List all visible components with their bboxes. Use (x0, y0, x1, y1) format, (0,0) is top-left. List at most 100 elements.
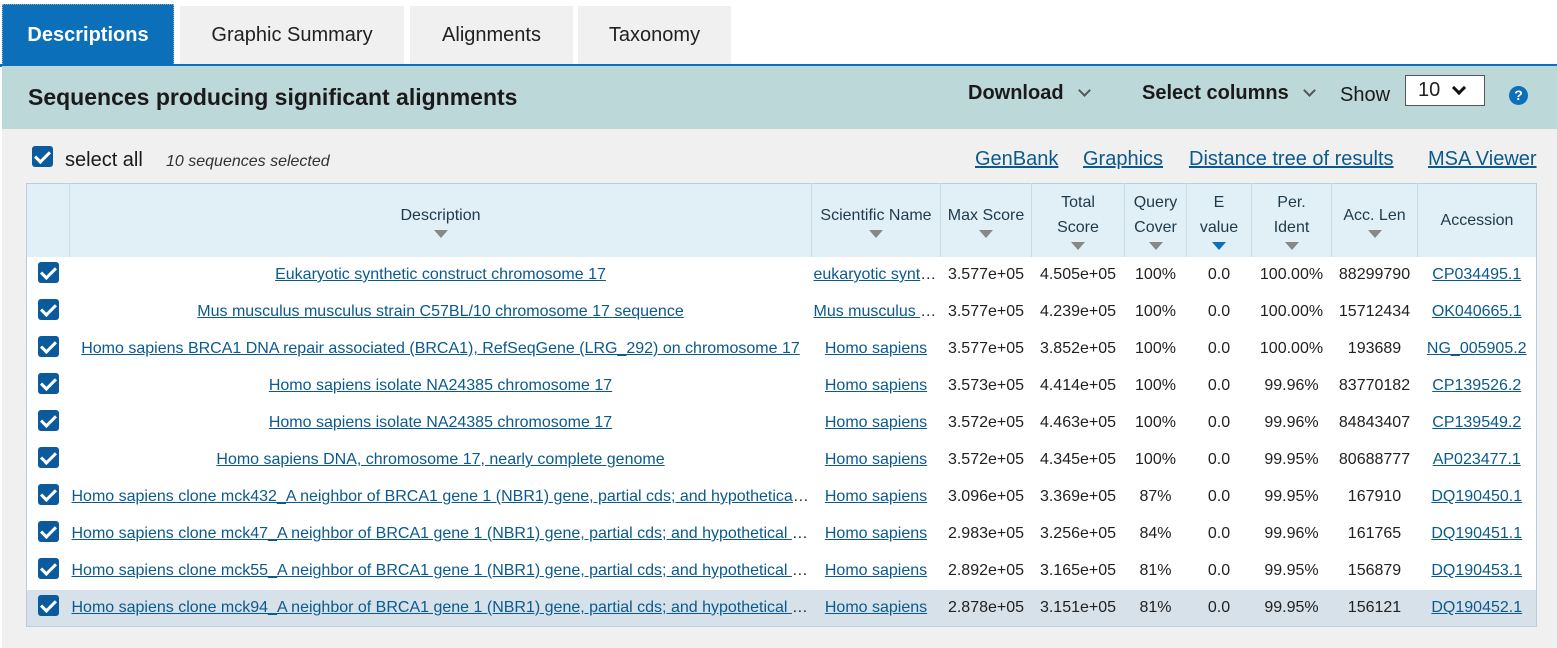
select-columns-dropdown[interactable]: Select columns (1142, 82, 1316, 105)
row-cell-evalue: 0.0 (1207, 303, 1231, 320)
scientific-name-link[interactable]: Mus musculus musculus (814, 303, 941, 320)
description-link[interactable]: Homo sapiens clone mck55_A neighbor of B… (72, 562, 812, 579)
row-cell-description: Homo sapiens isolate NA24385 chromosome … (70, 368, 812, 405)
accession-link[interactable]: AP023477.1 (1433, 451, 1521, 468)
column-header-description[interactable]: Description (69, 183, 812, 257)
tab-taxonomy[interactable]: Taxonomy (578, 6, 731, 64)
download-dropdown[interactable]: Download (968, 82, 1091, 105)
scientific-name-link[interactable]: Homo sapiens (825, 599, 927, 616)
column-header-query-cover[interactable]: Query Cover (1124, 183, 1187, 257)
help-icon[interactable]: ? (1509, 86, 1528, 105)
column-header-total-score[interactable]: Total Score (1031, 183, 1125, 257)
row-cell-accession: DQ190450.1 (1418, 479, 1537, 516)
sort-arrow-icon (433, 229, 448, 238)
column-header-evalue[interactable]: Evalue (1186, 183, 1252, 257)
row-cell-total-score: 4.239e+05 (1039, 303, 1117, 320)
select-all-checkbox[interactable] (32, 146, 53, 167)
row-cell-accession: DQ190453.1 (1418, 553, 1537, 590)
accession-link[interactable]: CP034495.1 (1432, 266, 1521, 283)
row-cell-accession: CP139549.2 (1418, 405, 1537, 442)
accession-link[interactable]: NG_005905.2 (1427, 340, 1527, 357)
row-cell-evalue: 0.0 (1207, 266, 1231, 283)
description-link[interactable]: Homo sapiens clone mck47_A neighbor of B… (72, 525, 812, 542)
accession-link[interactable]: OK040665.1 (1432, 303, 1522, 320)
row-checkbox[interactable] (37, 410, 59, 431)
scientific-name-link[interactable]: Homo sapiens (825, 377, 927, 394)
row-checkbox[interactable] (37, 484, 59, 505)
msa-viewer-link[interactable]: MSA Viewer (1428, 148, 1537, 171)
description-link[interactable]: Eukaryotic synthetic construct chromosom… (275, 266, 606, 283)
accession-link[interactable]: DQ190453.1 (1431, 562, 1522, 579)
description-link[interactable]: Homo sapiens isolate NA24385 chromosome … (269, 377, 612, 394)
show-count-value: 10 (1418, 79, 1441, 101)
column-label: Accession (1440, 211, 1514, 229)
column-label: Cover (1134, 219, 1177, 237)
row-cell-query-cover: 87% (1139, 488, 1172, 505)
graphics-link[interactable]: Graphics (1083, 148, 1163, 171)
row-cell-scientific-name: eukaryotic synthetic construct (812, 257, 941, 294)
column-header-select (26, 183, 70, 257)
description-link[interactable]: Homo sapiens BRCA1 DNA repair associated… (81, 340, 800, 357)
results-table: Description Scientific Name Max Score To… (26, 183, 1537, 627)
scientific-name-link[interactable]: Homo sapiens (825, 340, 927, 357)
scientific-name-link[interactable]: Homo sapiens (825, 562, 927, 579)
row-checkbox[interactable] (37, 558, 59, 579)
column-header-max-score[interactable]: Max Score (940, 183, 1032, 257)
tab-graphic-summary[interactable]: Graphic Summary (180, 6, 404, 64)
column-label: Total (1061, 194, 1095, 212)
row-cell-select (27, 331, 70, 368)
row-checkbox[interactable] (37, 447, 59, 468)
column-header-per-ident[interactable]: Per. Ident (1251, 183, 1332, 257)
row-checkbox[interactable] (37, 373, 59, 394)
row-cell-max-score: 3.096e+05 (947, 488, 1025, 505)
row-cell-scientific-name: Homo sapiens (812, 553, 941, 590)
row-checkbox[interactable] (37, 299, 59, 320)
row-cell-select (27, 294, 70, 331)
distance-tree-link[interactable]: Distance tree of results (1189, 148, 1394, 171)
genbank-link[interactable]: GenBank (975, 148, 1058, 171)
row-cell-query-cover: 100% (1135, 303, 1176, 320)
scientific-name-link[interactable]: Homo sapiens (825, 451, 927, 468)
scientific-name-link[interactable]: eukaryotic synthetic construct (814, 266, 941, 283)
row-cell-evalue: 0.0 (1207, 488, 1231, 505)
row-checkbox[interactable] (37, 262, 59, 283)
description-link[interactable]: Homo sapiens clone mck94_A neighbor of B… (72, 599, 812, 616)
sort-arrow-icon (1148, 242, 1163, 251)
row-cell-acc-len: 156879 (1347, 562, 1402, 579)
description-link[interactable]: Homo sapiens clone mck432_A neighbor of … (72, 488, 812, 505)
accession-link[interactable]: DQ190451.1 (1431, 525, 1522, 542)
column-label: Scientific Name (820, 206, 932, 224)
row-cell-acc-len: 84843407 (1338, 414, 1411, 431)
scientific-name-link[interactable]: Homo sapiens (825, 488, 927, 505)
tab-descriptions[interactable]: Descriptions (2, 4, 174, 66)
page-title: Sequences producing significant alignmen… (28, 84, 518, 110)
description-link[interactable]: Homo sapiens DNA, chromosome 17, nearly … (216, 451, 664, 468)
table-row: Mus musculus musculus strain C57BL/10 ch… (27, 294, 1537, 331)
tab-alignments[interactable]: Alignments (410, 6, 573, 64)
scientific-name-link[interactable]: Homo sapiens (825, 414, 927, 431)
row-cell-per-ident: 99.96% (1264, 414, 1319, 431)
row-checkbox[interactable] (37, 594, 59, 616)
select-all-label[interactable]: select all (65, 149, 143, 172)
row-cell-select (27, 479, 70, 516)
accession-link[interactable]: DQ190452.1 (1431, 599, 1522, 616)
column-header-scientific-name[interactable]: Scientific Name (811, 183, 941, 257)
results-tabs: Descriptions Graphic Summary Alignments … (0, 0, 1557, 67)
accession-link[interactable]: CP139549.2 (1432, 414, 1521, 431)
accession-link[interactable]: DQ190450.1 (1431, 488, 1522, 505)
description-link[interactable]: Mus musculus musculus strain C57BL/10 ch… (197, 303, 683, 320)
row-cell-query-cover: 84% (1139, 525, 1172, 542)
row-cell-accession: AP023477.1 (1418, 442, 1537, 479)
row-cell-acc-len: 161765 (1347, 525, 1402, 542)
row-checkbox[interactable] (37, 521, 59, 542)
column-header-accession[interactable]: Accession (1417, 183, 1537, 257)
description-link[interactable]: Homo sapiens isolate NA24385 chromosome … (269, 414, 612, 431)
row-checkbox[interactable] (37, 336, 59, 357)
column-header-acc-len[interactable]: Acc. Len (1331, 183, 1418, 257)
row-cell-evalue: 0.0 (1207, 414, 1231, 431)
accession-link[interactable]: CP139526.2 (1432, 377, 1521, 394)
row-cell-select (27, 442, 70, 479)
sort-arrow-icon (869, 229, 883, 238)
show-count-select[interactable]: 10 (1405, 75, 1485, 106)
scientific-name-link[interactable]: Homo sapiens (825, 525, 927, 542)
